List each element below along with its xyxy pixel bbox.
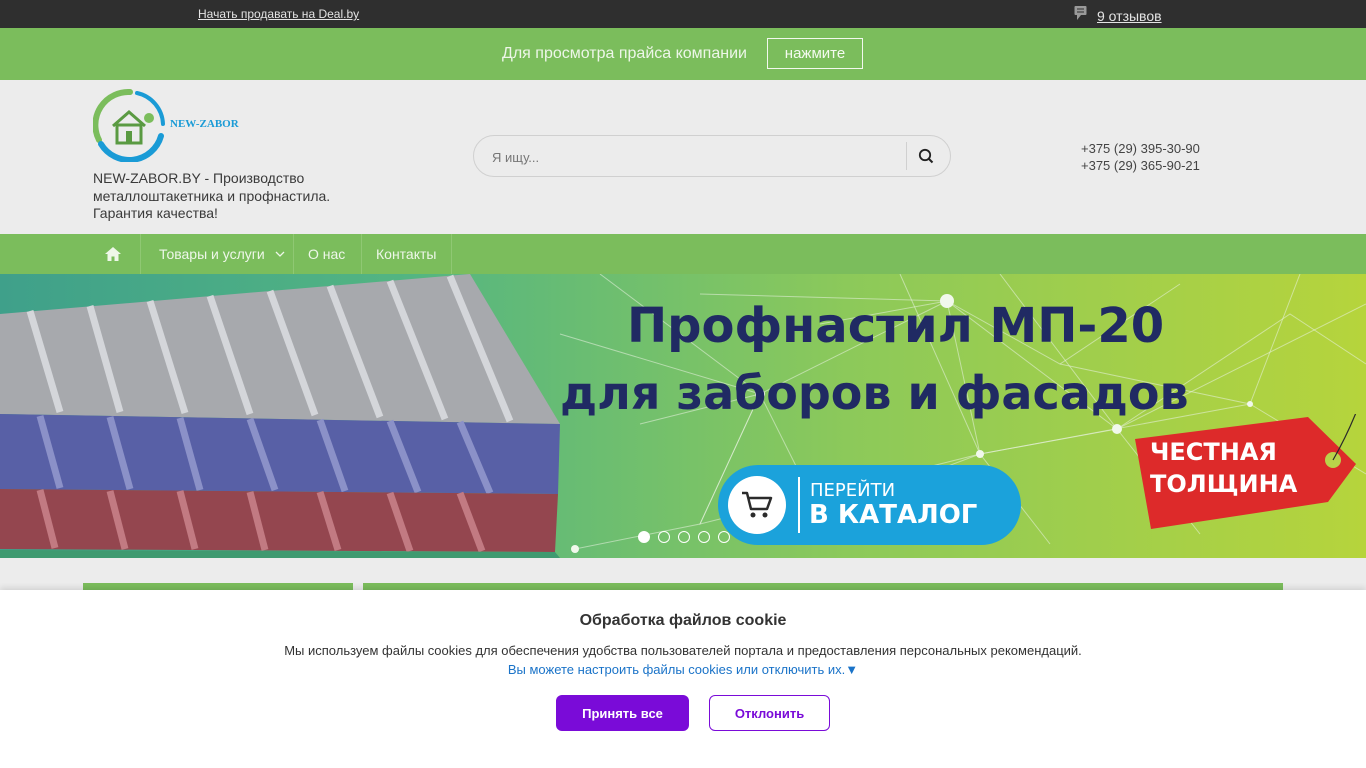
button-divider bbox=[798, 477, 800, 533]
accept-all-button[interactable]: Принять все bbox=[556, 695, 689, 731]
cookie-text: Мы используем файлы cookies для обеспече… bbox=[284, 643, 1082, 658]
price-bar: Для просмотра прайса компании нажмите bbox=[0, 28, 1366, 80]
phone-number-2[interactable]: +375 (29) 365-90-21 bbox=[1081, 157, 1200, 174]
tag-text-line-2: ТОЛЩИНА bbox=[1150, 470, 1298, 498]
chevron-down-icon bbox=[275, 251, 285, 257]
phone-list: +375 (29) 395-30-90 +375 (29) 365-90-21 bbox=[1081, 140, 1200, 174]
nav-item-label: О нас bbox=[308, 246, 346, 262]
catalog-button-line-2: В КАТАЛОГ bbox=[809, 500, 978, 530]
slider-dot[interactable] bbox=[658, 531, 670, 543]
search-divider bbox=[906, 142, 907, 170]
show-price-button[interactable]: нажмите bbox=[767, 38, 863, 69]
main-nav: Товары и услуги О нас Контакты bbox=[0, 234, 1366, 274]
honest-thickness-tag: ЧЕСТНАЯ ТОЛЩИНА bbox=[1133, 414, 1363, 530]
start-selling-link[interactable]: Начать продавать на Deal.by bbox=[198, 7, 359, 21]
search-box bbox=[473, 135, 951, 177]
cookie-settings-link[interactable]: Вы можете настроить файлы cookies или от… bbox=[0, 662, 1366, 677]
slider-dots bbox=[638, 531, 730, 543]
company-logo[interactable]: NEW-ZABOR bbox=[92, 88, 243, 163]
nav-item-label: Товары и услуги bbox=[159, 246, 265, 262]
home-icon bbox=[105, 247, 121, 261]
nav-separator bbox=[293, 234, 294, 274]
company-tagline: NEW-ZABOR.BY - Производство металлоштаке… bbox=[93, 170, 331, 221]
go-to-catalog-button[interactable]: ПЕРЕЙТИ В КАТАЛОГ bbox=[718, 465, 1021, 545]
catalog-button-line-1: ПЕРЕЙТИ bbox=[810, 480, 896, 501]
slider-dot[interactable] bbox=[718, 531, 730, 543]
nav-separator bbox=[451, 234, 452, 274]
banner-title-line-1: Профнастил МП-20 bbox=[627, 298, 1165, 354]
search-input[interactable] bbox=[492, 147, 892, 167]
reviews-label: 9 отзывов bbox=[1097, 7, 1162, 24]
comment-icon bbox=[1074, 5, 1088, 26]
slider-dot[interactable] bbox=[698, 531, 710, 543]
nav-separator bbox=[140, 234, 141, 274]
nav-home[interactable] bbox=[104, 234, 122, 274]
search-button[interactable] bbox=[910, 142, 942, 170]
tag-text-line-1: ЧЕСТНАЯ bbox=[1150, 438, 1277, 466]
promo-banner[interactable]: Профнастил МП-20 для заборов и фасадов П… bbox=[0, 274, 1366, 558]
nav-separator bbox=[361, 234, 362, 274]
slider-dot[interactable] bbox=[678, 531, 690, 543]
reviews-link[interactable]: 9 отзывов bbox=[1074, 5, 1162, 26]
site-header: NEW-ZABOR NEW-ZABOR.BY - Производство ме… bbox=[0, 80, 1366, 234]
cookie-title: Обработка файлов cookie bbox=[579, 612, 787, 629]
phone-number-1[interactable]: +375 (29) 395-30-90 bbox=[1081, 140, 1200, 157]
cart-icon bbox=[728, 476, 786, 534]
nav-item-contacts[interactable]: Контакты bbox=[376, 234, 436, 274]
cookie-consent-panel: Обработка файлов cookie Мы используем фа… bbox=[0, 590, 1366, 768]
decline-button[interactable]: Отклонить bbox=[709, 695, 830, 731]
search-icon bbox=[918, 148, 934, 164]
nav-item-products[interactable]: Товары и услуги bbox=[159, 234, 285, 274]
top-bar: Начать продавать на Deal.by 9 отзывов bbox=[0, 0, 1366, 28]
banner-title-line-2: для заборов и фасадов bbox=[560, 366, 1189, 420]
slider-dot[interactable] bbox=[638, 531, 650, 543]
nav-item-label: Контакты bbox=[376, 246, 437, 262]
logo-text: NEW-ZABOR bbox=[170, 118, 239, 130]
price-bar-text: Для просмотра прайса компании bbox=[502, 45, 747, 62]
nav-item-about[interactable]: О нас bbox=[308, 234, 345, 274]
